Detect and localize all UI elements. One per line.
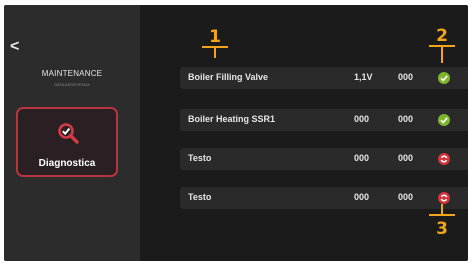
diagnostics-icon bbox=[58, 123, 79, 144]
annotation-marker-3: 3 bbox=[436, 219, 448, 239]
annotation-stem bbox=[441, 45, 443, 63]
screen-frame: < MAINTENANCE DATA ASSISTENZA Diagnostic… bbox=[4, 5, 468, 261]
section-title: MAINTENANCE bbox=[41, 69, 103, 78]
row-value-1: 000 bbox=[354, 153, 370, 163]
diagnostics-label: Diagnostica bbox=[38, 158, 96, 169]
error-status-icon bbox=[438, 192, 450, 204]
row-value-2: 000 bbox=[398, 114, 414, 124]
list-item: Testo 000 000 bbox=[180, 148, 468, 170]
diagnostics-panel: Boiler Filling Valve 1,1V 000 Boiler Hea… bbox=[140, 5, 468, 261]
row-label: Testo bbox=[188, 192, 212, 202]
row-label: Boiler Filling Valve bbox=[188, 72, 269, 82]
list-item: Boiler Heating SSR1 000 000 bbox=[180, 109, 468, 131]
row-value-1: 000 bbox=[354, 114, 370, 124]
row-label: Boiler Heating SSR1 bbox=[188, 114, 276, 124]
back-button[interactable]: < bbox=[10, 39, 19, 55]
annotation-marker-2: 2 bbox=[436, 26, 448, 46]
row-value-2: 000 bbox=[398, 192, 414, 202]
section-subtitle: DATA ASSISTENZA bbox=[54, 82, 90, 87]
list-item: Testo 000 000 bbox=[180, 187, 468, 209]
row-value-2: 000 bbox=[398, 153, 414, 163]
diagnostics-button[interactable]: Diagnostica bbox=[16, 107, 118, 177]
annotation-stem bbox=[441, 204, 443, 214]
row-value-2: 000 bbox=[398, 72, 414, 82]
error-status-icon bbox=[438, 153, 450, 165]
annotation-stem bbox=[214, 46, 216, 58]
row-value-1: 000 bbox=[354, 192, 370, 202]
sidebar: < MAINTENANCE DATA ASSISTENZA Diagnostic… bbox=[4, 5, 140, 261]
ok-status-icon bbox=[438, 114, 450, 126]
row-label: Testo bbox=[188, 153, 212, 163]
annotation-bar bbox=[429, 214, 455, 216]
ok-status-icon bbox=[438, 72, 450, 84]
list-item: Boiler Filling Valve 1,1V 000 bbox=[180, 67, 468, 89]
row-value-1: 1,1V bbox=[354, 72, 373, 82]
annotation-marker-1: 1 bbox=[209, 27, 221, 47]
